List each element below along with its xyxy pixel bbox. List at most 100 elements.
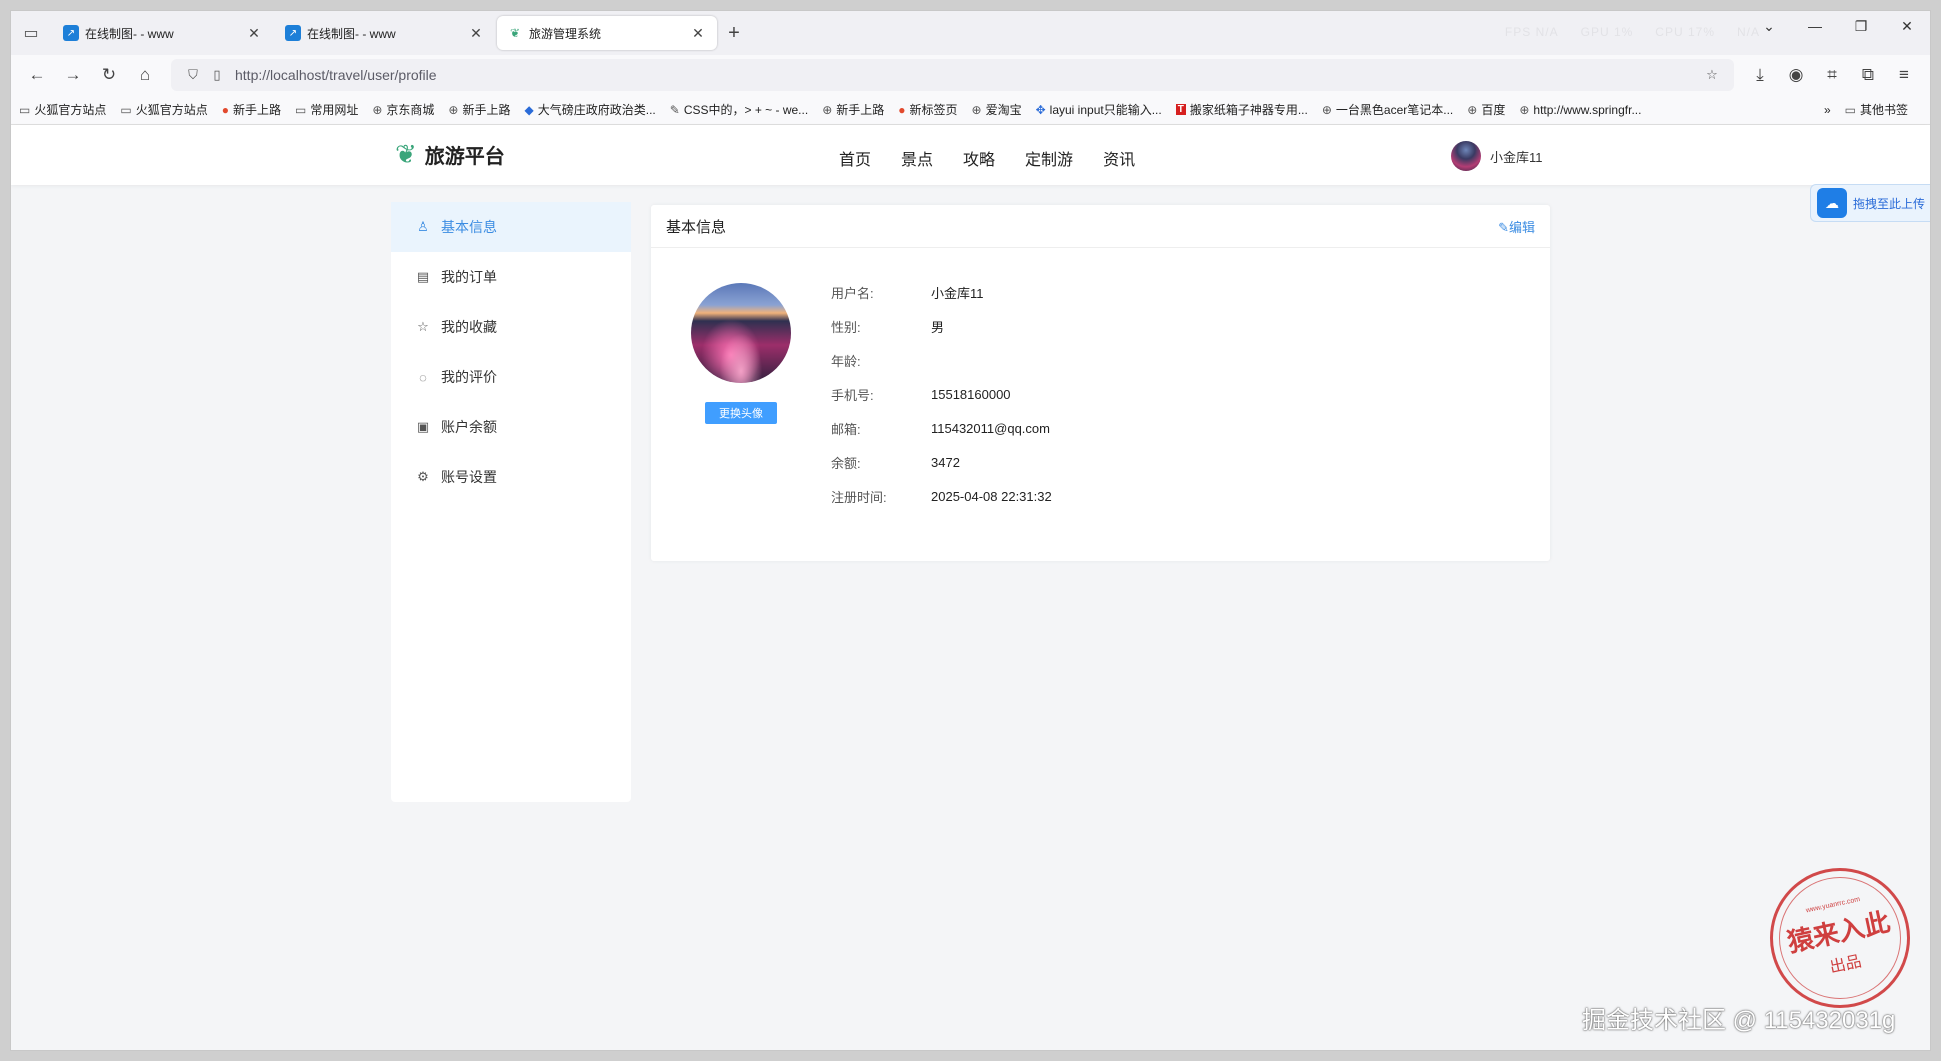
bookmark-label: 大气磅庄政府政治类... (537, 103, 656, 117)
url-bar[interactable]: ⛉ ▯ http://localhost/travel/user/profile… (171, 59, 1734, 91)
field-value: 115432011@qq.com (931, 420, 1050, 436)
menu-icon[interactable]: ≡ (1886, 59, 1922, 91)
comment-icon: ◌ (419, 369, 427, 385)
tab-travel-system[interactable]: ❦ 旅游管理系统 ✕ (497, 16, 717, 50)
field-age: 年龄: (831, 343, 1052, 377)
bookmark-label: 爱淘宝 (985, 103, 1022, 117)
change-avatar-button[interactable]: 更换头像 (705, 402, 777, 424)
minimize-icon[interactable]: — (1792, 11, 1838, 41)
profile-avatar (691, 283, 791, 383)
nav-guides[interactable]: 攻略 (963, 146, 995, 170)
bookmark-item[interactable]: ⊕ 爱淘宝 (972, 101, 1022, 118)
bookmark-item[interactable]: ⊕ 百度 (1467, 101, 1505, 118)
other-bookmarks[interactable]: ▭ 其他书签 (1845, 101, 1908, 118)
edit-button[interactable]: ✎编辑 (1498, 217, 1535, 236)
tab-manager-icon[interactable]: ▭ (11, 11, 51, 55)
chevron-right-double-icon[interactable]: » (1824, 103, 1831, 117)
field-label: 邮箱: (831, 421, 861, 437)
sidebar-item-basic-info[interactable]: ♙ 基本信息 (391, 202, 631, 252)
tab-title: 旅游管理系统 (529, 26, 602, 41)
globe-icon: ⊕ (1467, 102, 1478, 117)
edit-label: 编辑 (1508, 219, 1535, 235)
other-bookmarks-label: 其他书签 (1859, 103, 1908, 117)
sidebar-item-favorites[interactable]: ☆ 我的收藏 (391, 302, 631, 352)
forward-icon[interactable]: → (55, 59, 91, 91)
bookmark-item[interactable]: ● 新标签页 (898, 101, 957, 118)
bookmark-item[interactable]: ⊕ 新手上路 (822, 101, 884, 118)
bookmark-item[interactable]: ⊕ 一台黑色acer笔记本... (1322, 101, 1453, 118)
bookmark-star-icon[interactable]: ☆ (1700, 67, 1724, 83)
shield-icon[interactable]: ⛉ (181, 67, 205, 83)
card-header: 基本信息 ✎编辑 (651, 205, 1550, 248)
bookmark-label: 新手上路 (462, 103, 511, 117)
tab-title: 在线制图- - www (85, 26, 174, 41)
bookmark-item[interactable]: ▭ 常用网址 (295, 101, 358, 118)
perf-fps: FPS N/A (1504, 25, 1559, 39)
site-logo[interactable]: ❦ 旅游平台 (395, 139, 505, 170)
nav-custom-tour[interactable]: 定制游 (1025, 146, 1073, 170)
bookmark-item[interactable]: ✥ layui input只能输入... (1036, 101, 1162, 118)
window-controls: ⌄ — ❐ ✕ (1746, 11, 1930, 55)
bookmark-label: 京东商城 (386, 103, 435, 117)
bookmark-item[interactable]: ⊕ 京东商城 (372, 101, 434, 118)
nav-attractions[interactable]: 景点 (901, 146, 933, 170)
bookmark-item[interactable]: ⊕ http://www.springfr... (1519, 103, 1641, 117)
globe-icon: ⊕ (1519, 102, 1530, 117)
tab-title: 在线制图- - www (307, 26, 396, 41)
field-value: 15518160000 (931, 386, 1011, 402)
new-tab-button[interactable]: + (717, 22, 751, 45)
bookmarks-overflow: » ▭ 其他书签 (1824, 101, 1922, 118)
browser-window: ▭ ↗ 在线制图- - www ✕ ↗ 在线制图- - www ✕ ❦ 旅游管理… (10, 10, 1931, 1051)
bookmark-item[interactable]: T 搬家纸箱子神器专用... (1175, 101, 1308, 118)
close-icon[interactable]: ✕ (689, 25, 707, 42)
watermark: 掘金技术社区 @ 115432031g (1582, 1007, 1896, 1034)
close-icon[interactable]: ✕ (467, 25, 485, 42)
nav-bar: ← → ↻ ⌂ ⛉ ▯ http://localhost/travel/user… (11, 55, 1930, 95)
bookmark-item[interactable]: ⊕ 新手上路 (448, 101, 510, 118)
profile-sidebar: ♙ 基本信息 ▤ 我的订单 ☆ 我的收藏 ◌ 我的评价 ▣ 账户余额 ⚙ 账号设… (391, 202, 631, 802)
crop-icon[interactable]: ⌗ (1814, 59, 1850, 91)
globe-icon: ⊕ (822, 102, 833, 117)
tab-online-drawing-1[interactable]: ↗ 在线制图- - www ✕ (53, 16, 273, 50)
drag-upload-widget[interactable]: ☁ 拖拽至此上传 (1810, 184, 1930, 222)
sidebar-item-settings[interactable]: ⚙ 账号设置 (391, 452, 631, 502)
sidebar-item-reviews[interactable]: ◌ 我的评价 (391, 352, 631, 402)
restore-icon[interactable]: ❐ (1838, 11, 1884, 41)
account-icon[interactable]: ◉ (1778, 59, 1814, 91)
main-nav: 首页 景点 攻略 定制游 资讯 (839, 146, 1135, 170)
user-menu[interactable]: 小金库11 (1451, 141, 1543, 171)
field-value: 男 (931, 319, 945, 335)
extensions-icon[interactable]: ⧉ (1850, 59, 1886, 91)
firefox-icon: ● (898, 102, 906, 117)
site-icon: ✎ (669, 102, 680, 117)
nav-home[interactable]: 首页 (839, 146, 871, 170)
nav-news[interactable]: 资讯 (1103, 146, 1135, 170)
bookmark-item[interactable]: ◆ 大气磅庄政府政治类... (525, 101, 656, 118)
download-icon[interactable]: ⤓ (1742, 59, 1778, 91)
url-text[interactable]: http://localhost/travel/user/profile (235, 67, 1700, 83)
bookmark-item[interactable]: ▭ 火狐官方站点 (19, 101, 106, 118)
leaf-icon: ❦ (395, 139, 417, 169)
home-icon[interactable]: ⌂ (127, 59, 163, 91)
bookmark-item[interactable]: ● 新手上路 (222, 101, 281, 118)
field-label: 性别: (831, 319, 861, 335)
folder-icon: ▭ (120, 102, 132, 117)
bookmark-item[interactable]: ✎ CSS中的，> + ~ - we... (670, 101, 808, 118)
list-all-tabs-icon[interactable]: ⌄ (1746, 11, 1792, 41)
seal-sub-text: 出品 (1827, 951, 1864, 977)
tab-online-drawing-2[interactable]: ↗ 在线制图- - www ✕ (275, 16, 495, 50)
reload-icon[interactable]: ↻ (91, 59, 127, 91)
close-window-icon[interactable]: ✕ (1884, 11, 1930, 41)
back-icon[interactable]: ← (19, 59, 55, 91)
field-gender: 性别: 男 (831, 309, 1052, 343)
close-icon[interactable]: ✕ (245, 25, 263, 42)
bookmark-label: 新手上路 (232, 103, 281, 117)
sidebar-item-label: 账户余额 (441, 419, 497, 435)
sidebar-item-balance[interactable]: ▣ 账户余额 (391, 402, 631, 452)
profile-fields: 用户名: 小金库11 性别: 男 年龄: 手机号: 15518160000 邮箱… (831, 275, 1052, 513)
sidebar-item-label: 我的订单 (441, 269, 497, 285)
wallet-icon: ▣ (416, 419, 430, 434)
field-email: 邮箱: 115432011@qq.com (831, 411, 1052, 445)
sidebar-item-orders[interactable]: ▤ 我的订单 (391, 252, 631, 302)
bookmark-item[interactable]: ▭ 火狐官方站点 (120, 101, 207, 118)
